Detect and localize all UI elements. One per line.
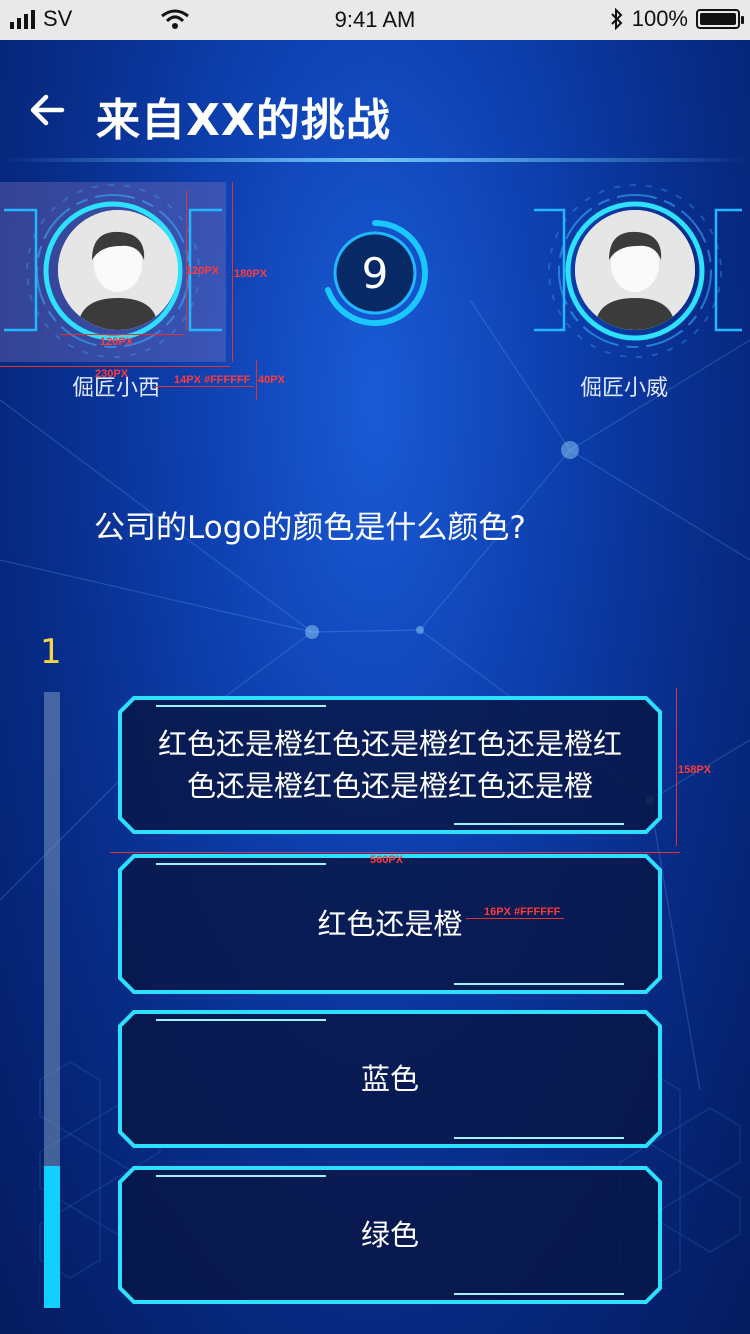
header: 来自XX的挑战 [0, 40, 750, 170]
spec-avatar-height: 120PX [186, 265, 220, 277]
spec-line [186, 190, 187, 330]
spec-name-height: 40PX [258, 374, 285, 386]
spec-line [256, 360, 257, 400]
question-text: 公司的Logo的颜色是什么颜色? [94, 510, 526, 546]
timer-value: 9 [361, 248, 389, 298]
arrow-left-icon [30, 94, 65, 126]
spec-line [232, 182, 233, 362]
option-label: 红色还是橙 [317, 907, 463, 941]
spec-line [110, 852, 680, 853]
answer-option-1[interactable]: 红色还是橙红色还是橙红色还是橙红色还是橙红色还是橙红色还是橙 [116, 694, 664, 836]
status-bar: SV 9:41 AM 100% [0, 0, 750, 40]
player-right-avatar [575, 210, 695, 330]
bluetooth-icon [611, 8, 623, 30]
option-label: 绿色 [360, 1218, 419, 1252]
answer-option-3[interactable]: 蓝色 [116, 1008, 664, 1150]
spec-avatar-width: 120PX [100, 336, 134, 348]
spec-frame-height: 180PX [234, 268, 268, 280]
progress-count: 1 [40, 632, 62, 672]
answer-option-2[interactable]: 红色还是橙 [116, 852, 664, 996]
spec-line [154, 386, 254, 387]
progress-track [44, 692, 60, 1308]
user-avatar-icon [58, 210, 178, 330]
countdown-timer: 9 [320, 218, 430, 328]
player-right-name: 倔匠小威 [580, 376, 669, 401]
option-label: 红色还是橙红色还是橙红色还是橙红色还是橙红色还是橙红色还是橙 [157, 727, 622, 803]
back-button[interactable] [26, 88, 70, 132]
spec-line [0, 366, 230, 367]
status-right: 100% [610, 6, 744, 32]
battery-label: 100% [631, 6, 688, 31]
header-divider [0, 158, 750, 162]
option-label: 蓝色 [360, 1062, 419, 1096]
page-title: 来自XX的挑战 [96, 95, 391, 146]
user-avatar-icon [575, 210, 695, 330]
answer-option-4[interactable]: 绿色 [116, 1164, 664, 1306]
spec-option-width: 560PX [370, 854, 404, 866]
player-right: 倔匠小威 [520, 180, 750, 420]
spec-line [466, 918, 564, 919]
spec-frame-width: 230PX [95, 368, 129, 380]
battery-icon [696, 9, 744, 29]
spec-option-style: 16PX #FFFFFF [484, 906, 561, 918]
spec-line [676, 688, 677, 846]
spec-name-style: 14PX #FFFFFF [174, 374, 251, 386]
spec-line [60, 334, 184, 335]
progress-fill [44, 1166, 60, 1308]
player-left-avatar [58, 210, 178, 330]
spec-option-height: 158PX [678, 764, 712, 776]
